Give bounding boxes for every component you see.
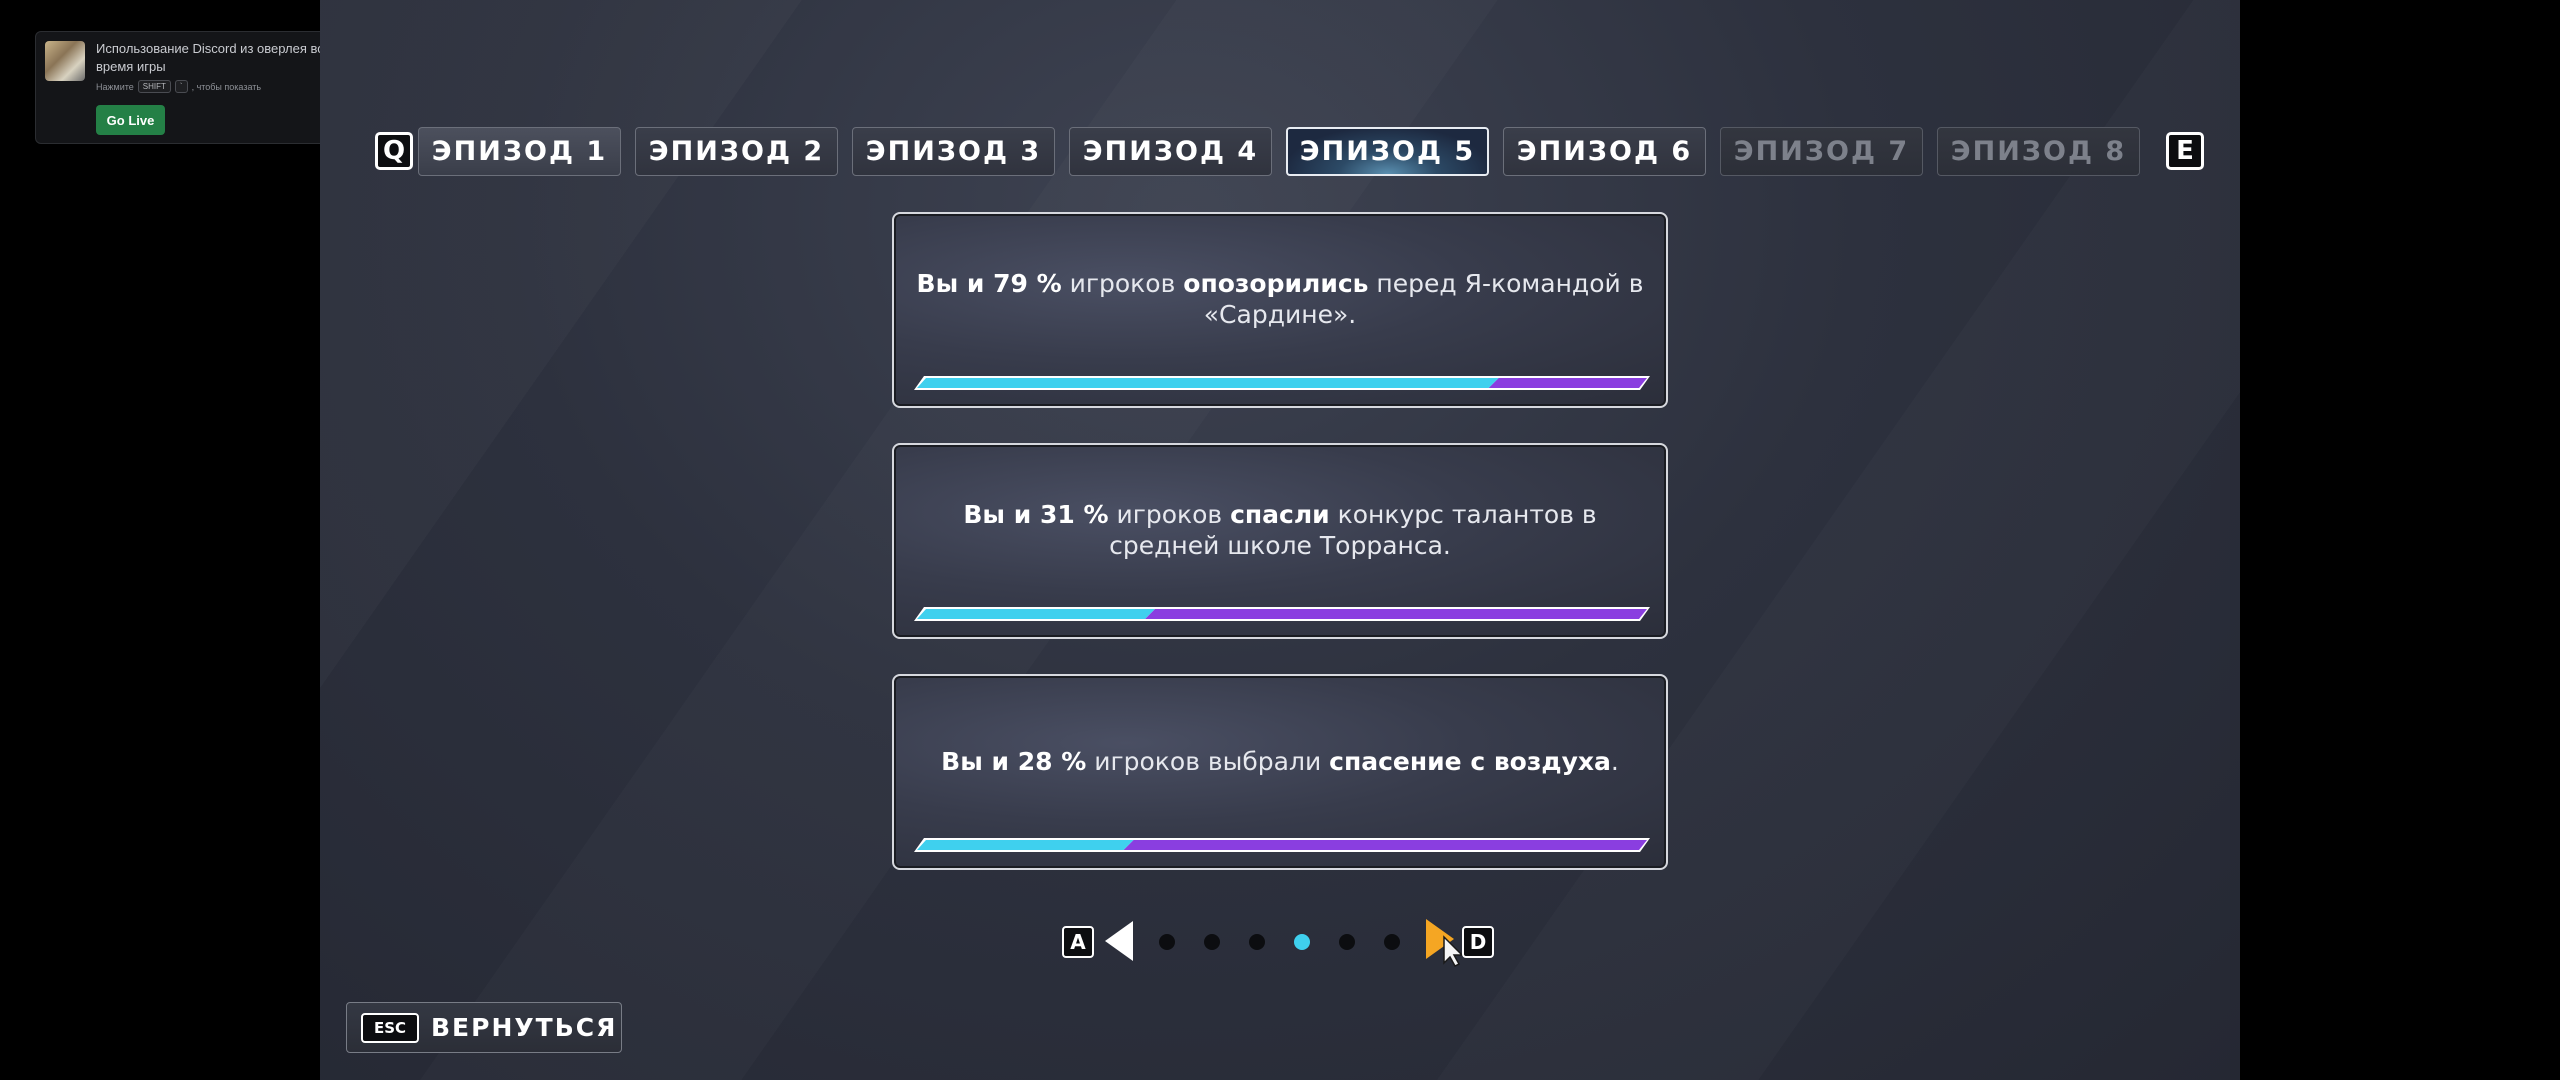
page-dot[interactable] <box>1384 934 1400 950</box>
choice-card: Вы и 79 % игроков опозорились перед Я-ко… <box>892 212 1668 408</box>
choice-text-segment: . <box>1610 746 1619 776</box>
back-label: ВЕРНУТЬСЯ <box>431 1013 618 1042</box>
page-dot[interactable] <box>1249 934 1265 950</box>
choice-text: Вы и 31 % игроков спасли конкурс таланто… <box>914 445 1646 615</box>
back-button[interactable]: ESC ВЕРНУТЬСЯ <box>346 1002 622 1053</box>
choice-text: Вы и 79 % игроков опозорились перед Я-ко… <box>914 214 1646 384</box>
choice-percentage-bar <box>914 838 1650 852</box>
choice-text-highlight: Вы и 31 % <box>963 500 1109 529</box>
bar-others-share <box>1488 378 1647 388</box>
bar-player-share <box>917 378 1499 388</box>
choice-card: Вы и 31 % игроков спасли конкурс таланто… <box>892 443 1668 639</box>
choice-text-highlight: опозорились <box>1183 269 1369 298</box>
tab-episode-6[interactable]: ЭПИЗОД 6 <box>1503 127 1706 176</box>
discord-overlay-title: Использование Discord из оверлея во врем… <box>96 41 325 74</box>
prev-episode-key[interactable]: Q <box>375 132 413 170</box>
bar-player-share <box>917 609 1155 619</box>
page-dot[interactable] <box>1159 934 1175 950</box>
hint-suffix: , чтобы показать <box>191 81 262 92</box>
bar-others-share <box>1123 840 1647 850</box>
tab-episode-7: ЭПИЗОД 7 <box>1720 127 1923 176</box>
discord-overlay: Использование Discord из оверлея во врем… <box>35 31 335 144</box>
choice-text-highlight: спасение с воздуха <box>1329 746 1611 776</box>
bar-others-share <box>1144 609 1647 619</box>
tab-episode-3[interactable]: ЭПИЗОД 3 <box>852 127 1055 176</box>
go-live-button[interactable]: Go Live <box>96 105 165 135</box>
choice-text-segment: игроков <box>1061 269 1184 298</box>
next-page-key[interactable]: D <box>1462 926 1494 958</box>
bar-player-share <box>917 840 1134 850</box>
hint-prefix: Нажмите <box>96 81 134 92</box>
esc-key: ESC <box>361 1012 419 1043</box>
tab-episode-1[interactable]: ЭПИЗОД 1 <box>418 127 621 176</box>
tab-episode-4[interactable]: ЭПИЗОД 4 <box>1069 127 1272 176</box>
page-dot[interactable] <box>1339 934 1355 950</box>
choice-text-highlight: Вы и 28 % <box>941 746 1087 776</box>
choice-text-highlight: Вы и 79 % <box>916 269 1062 298</box>
choice-text-segment: игроков выбрали <box>1086 746 1330 776</box>
user-avatar <box>45 41 85 81</box>
prev-page-arrow-icon[interactable] <box>1103 919 1135 963</box>
prev-page-key[interactable]: A <box>1062 926 1094 958</box>
choice-text: Вы и 28 % игроков выбрали спасение с воз… <box>914 676 1646 846</box>
tab-episode-2[interactable]: ЭПИЗОД 2 <box>635 127 838 176</box>
choice-percentage-bar <box>914 607 1650 621</box>
page-dot[interactable] <box>1204 934 1220 950</box>
next-episode-key[interactable]: E <box>2166 132 2204 170</box>
page-dot-active[interactable] <box>1294 934 1310 950</box>
discord-overlay-hint: Нажмите SHIFT ` , чтобы показать <box>96 80 261 93</box>
backtick-key: ` <box>174 80 188 93</box>
choice-percentage-bar <box>914 376 1650 390</box>
shift-key: SHIFT <box>137 80 171 93</box>
choice-text-segment: игроков <box>1108 500 1231 529</box>
tab-episode-8: ЭПИЗОД 8 <box>1937 127 2140 176</box>
choice-card: Вы и 28 % игроков выбрали спасение с воз… <box>892 674 1668 870</box>
game-screen: Q ЭПИЗОД 1 ЭПИЗОД 2 ЭПИЗОД 3 ЭПИЗОД 4 ЭПИЗОД… <box>320 0 2240 1080</box>
tab-episode-5[interactable]: ЭПИЗОД 5 <box>1286 127 1489 176</box>
choice-text-highlight: спасли <box>1230 500 1330 529</box>
